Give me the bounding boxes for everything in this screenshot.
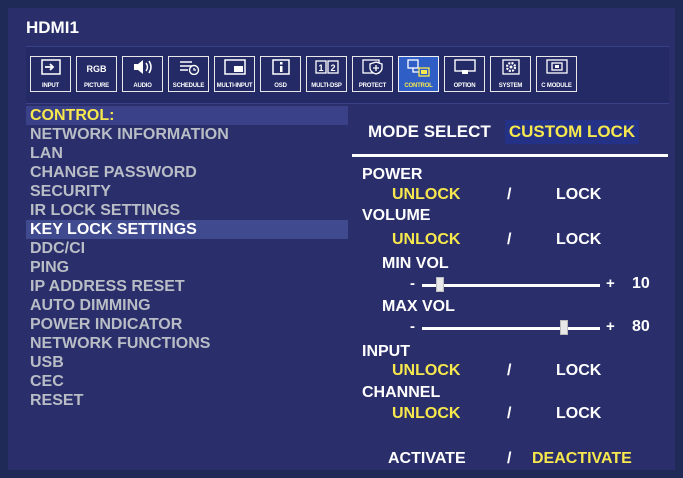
- power-label: POWER: [362, 166, 423, 183]
- max-vol-knob[interactable]: [560, 320, 569, 335]
- speaker-icon: [123, 59, 162, 79]
- schedule-tab[interactable]: SCHEDULE: [168, 56, 209, 92]
- power-unlock-option[interactable]: UNLOCK: [392, 186, 460, 204]
- control-tab[interactable]: CONTROL: [398, 56, 439, 92]
- menu-item-power-indicator[interactable]: POWER INDICATOR: [26, 315, 348, 334]
- activate-button[interactable]: ACTIVATE: [388, 450, 466, 468]
- volume-separator: /: [507, 231, 512, 248]
- menu-item-reset[interactable]: RESET: [26, 391, 348, 410]
- control-menu: CONTROL: NETWORK INFORMATION LAN CHANGE …: [26, 106, 348, 410]
- channel-unlock-option[interactable]: UNLOCK: [392, 405, 460, 423]
- min-vol-value: 10: [632, 275, 650, 292]
- input-label: INPUT: [362, 343, 410, 360]
- activate-separator: /: [507, 450, 512, 467]
- control-icon: [399, 59, 438, 79]
- option-tab[interactable]: OPTION: [444, 56, 485, 92]
- multi-display-icon: 12: [307, 59, 346, 79]
- max-vol-label: MAX VOL: [382, 298, 455, 315]
- system-tab[interactable]: SYSTEM: [490, 56, 531, 92]
- multi-dsp-tab[interactable]: 12 MULTI-DSP: [306, 56, 347, 92]
- input-title: HDMI1: [26, 18, 79, 37]
- option-icon: [445, 59, 484, 79]
- channel-label: CHANNEL: [362, 384, 441, 401]
- menu-item-key-lock-settings[interactable]: KEY LOCK SETTINGS: [26, 220, 348, 239]
- min-vol-knob[interactable]: [435, 277, 444, 292]
- svg-text:1: 1: [318, 63, 323, 73]
- menu-item-network-information[interactable]: NETWORK INFORMATION: [26, 125, 348, 144]
- menu-item-ddc-ci[interactable]: DDC/CI: [26, 239, 348, 258]
- svg-text:2: 2: [330, 63, 335, 73]
- min-vol-slider[interactable]: - + 10: [410, 275, 650, 292]
- max-vol-slider[interactable]: - + 80: [410, 318, 650, 335]
- max-vol-value: 80: [632, 318, 650, 335]
- osd-tab[interactable]: OSD: [260, 56, 301, 92]
- mode-select-value[interactable]: CUSTOM LOCK: [505, 120, 639, 144]
- input-unlock-option[interactable]: UNLOCK: [392, 362, 460, 380]
- power-lock-option[interactable]: LOCK: [556, 186, 601, 204]
- volume-label: VOLUME: [362, 207, 431, 224]
- protect-tab[interactable]: PROTECT: [352, 56, 393, 92]
- menu-item-change-password[interactable]: CHANGE PASSWORD: [26, 163, 348, 182]
- audio-tab[interactable]: AUDIO: [122, 56, 163, 92]
- menu-header-control: CONTROL:: [26, 106, 348, 125]
- menu-item-ping[interactable]: PING: [26, 258, 348, 277]
- input-separator: /: [507, 362, 512, 379]
- min-vol-plus[interactable]: +: [606, 275, 615, 292]
- menu-item-cec[interactable]: CEC: [26, 372, 348, 391]
- icon-menu-bar: INPUT RGB PICTURE AUDIO SCHEDULE MULTI-I…: [26, 46, 669, 104]
- power-separator: /: [507, 186, 512, 203]
- module-icon: [537, 59, 576, 79]
- max-vol-plus[interactable]: +: [606, 318, 615, 335]
- deactivate-button[interactable]: DEACTIVATE: [532, 450, 632, 468]
- mode-select-label: MODE SELECT: [368, 122, 491, 141]
- min-vol-label: MIN VOL: [382, 255, 449, 272]
- multi-input-tab[interactable]: MULTI-INPUT: [214, 56, 255, 92]
- multi-input-icon: [215, 59, 254, 79]
- input-tab[interactable]: INPUT: [30, 56, 71, 92]
- menu-item-ir-lock-settings[interactable]: IR LOCK SETTINGS: [26, 201, 348, 220]
- max-vol-minus[interactable]: -: [410, 318, 415, 335]
- menu-item-network-functions[interactable]: NETWORK FUNCTIONS: [26, 334, 348, 353]
- shield-icon: [353, 59, 392, 79]
- divider: [352, 154, 668, 157]
- picture-icon: RGB: [86, 64, 107, 74]
- input-lock-option[interactable]: LOCK: [556, 362, 601, 380]
- volume-lock-option[interactable]: LOCK: [556, 231, 601, 249]
- info-icon: [261, 59, 300, 79]
- c-module-tab[interactable]: C MODULE: [536, 56, 577, 92]
- schedule-icon: [169, 59, 208, 79]
- menu-item-auto-dimming[interactable]: AUTO DIMMING: [26, 296, 348, 315]
- menu-item-security[interactable]: SECURITY: [26, 182, 348, 201]
- channel-lock-option[interactable]: LOCK: [556, 405, 601, 423]
- max-vol-track: [422, 327, 600, 330]
- picture-tab[interactable]: RGB PICTURE: [76, 56, 117, 92]
- menu-item-lan[interactable]: LAN: [26, 144, 348, 163]
- channel-separator: /: [507, 405, 512, 422]
- min-vol-track: [422, 284, 600, 287]
- menu-item-usb[interactable]: USB: [26, 353, 348, 372]
- input-icon: [31, 59, 70, 79]
- min-vol-minus[interactable]: -: [410, 275, 415, 292]
- menu-item-ip-address-reset[interactable]: IP ADDRESS RESET: [26, 277, 348, 296]
- volume-unlock-option[interactable]: UNLOCK: [392, 231, 460, 249]
- gear-icon: [491, 59, 530, 79]
